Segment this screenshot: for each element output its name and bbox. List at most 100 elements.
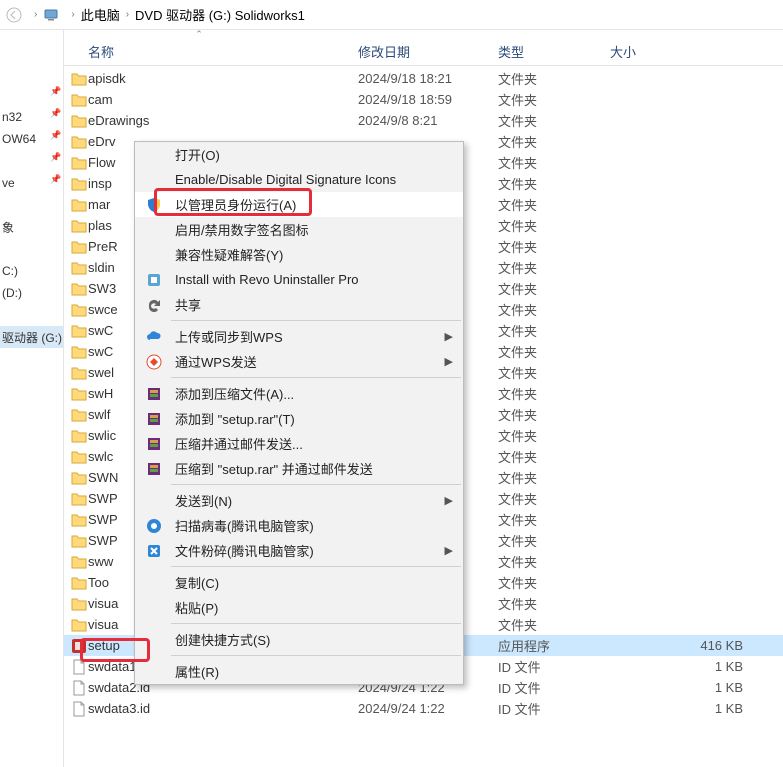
sort-indicator: ⌃: [64, 30, 334, 38]
file-type: 文件夹: [498, 552, 610, 571]
file-type: 文件夹: [498, 195, 610, 214]
back-icon: [6, 7, 22, 23]
menu-item[interactable]: 通过WPS发送▶: [135, 349, 463, 374]
menu-item-label: 启用/禁用数字签名图标: [175, 220, 309, 239]
menu-item[interactable]: 上传或同步到WPS▶: [135, 324, 463, 349]
file-type: 文件夹: [498, 237, 610, 256]
tree-item[interactable]: C:): [0, 260, 63, 282]
col-size[interactable]: 大小: [610, 42, 783, 61]
file-row[interactable]: cam2024/9/18 18:59文件夹: [64, 89, 783, 110]
menu-item-label: 复制(C): [175, 573, 219, 592]
file-type: 文件夹: [498, 321, 610, 340]
col-name[interactable]: 名称: [88, 42, 358, 61]
menu-item-label: 压缩并通过邮件发送...: [175, 434, 303, 453]
col-type[interactable]: 类型: [498, 42, 610, 61]
menu-item[interactable]: 发送到(N)▶: [135, 488, 463, 513]
file-icon: [64, 701, 88, 717]
menu-item[interactable]: 复制(C): [135, 570, 463, 595]
menu-item-label: 粘贴(P): [175, 598, 218, 617]
submenu-arrow-icon: ▶: [445, 355, 453, 368]
folder-icon: [64, 303, 88, 317]
col-date[interactable]: 修改日期: [358, 42, 498, 61]
menu-item-label: 属性(R): [175, 662, 219, 681]
folder-icon: [64, 555, 88, 569]
share-icon: [145, 296, 163, 314]
file-type: 文件夹: [498, 447, 610, 466]
folder-icon: [64, 429, 88, 443]
menu-item[interactable]: 打开(O): [135, 142, 463, 167]
menu-item[interactable]: 启用/禁用数字签名图标: [135, 217, 463, 242]
rar-icon: [145, 435, 163, 453]
menu-item-label: 以管理员身份运行(A): [175, 195, 296, 214]
file-row[interactable]: swdata3.id2024/9/24 1:22ID 文件1 KB: [64, 698, 783, 719]
file-icon: [64, 680, 88, 696]
menu-item[interactable]: Install with Revo Uninstaller Pro: [135, 267, 463, 292]
file-type: 文件夹: [498, 426, 610, 445]
menu-item[interactable]: 添加到压缩文件(A)...: [135, 381, 463, 406]
folder-icon: [64, 261, 88, 275]
file-type: 文件夹: [498, 510, 610, 529]
folder-icon: [64, 135, 88, 149]
file-type: 文件夹: [498, 258, 610, 277]
folder-icon: [64, 450, 88, 464]
file-icon: [64, 659, 88, 675]
breadcrumb-seg[interactable]: 此电脑: [81, 5, 120, 24]
file-name: eDrawings: [88, 113, 358, 128]
submenu-arrow-icon: ▶: [445, 544, 453, 557]
file-row[interactable]: apisdk2024/9/18 18:21文件夹: [64, 68, 783, 89]
menu-item-label: 打开(O): [175, 145, 220, 164]
tree-item[interactable]: [0, 194, 63, 216]
folder-icon: [64, 324, 88, 338]
file-type: 文件夹: [498, 342, 610, 361]
menu-item[interactable]: Enable/Disable Digital Signature Icons: [135, 167, 463, 192]
breadcrumb[interactable]: › › 此电脑 › DVD 驱动器 (G:) Solidworks1: [0, 0, 783, 30]
menu-item[interactable]: 文件粉碎(腾讯电脑管家)▶: [135, 538, 463, 563]
qq1-icon: [145, 517, 163, 535]
folder-icon: [64, 576, 88, 590]
menu-item[interactable]: 属性(R): [135, 659, 463, 684]
menu-item[interactable]: 压缩到 "setup.rar" 并通过邮件发送: [135, 456, 463, 481]
folder-icon: [64, 177, 88, 191]
menu-item[interactable]: 兼容性疑难解答(Y): [135, 242, 463, 267]
tree-item[interactable]: 驱动器 (G:) S: [0, 326, 63, 348]
file-date: 2024/9/18 18:21: [358, 71, 498, 86]
menu-item[interactable]: 粘贴(P): [135, 595, 463, 620]
folder-icon: [64, 534, 88, 548]
folder-icon: [64, 219, 88, 233]
menu-item-label: 发送到(N): [175, 491, 232, 510]
menu-item[interactable]: 扫描病毒(腾讯电脑管家): [135, 513, 463, 538]
menu-item[interactable]: 以管理员身份运行(A): [135, 192, 463, 217]
file-name: apisdk: [88, 71, 358, 86]
folder-icon: [64, 240, 88, 254]
file-type: 文件夹: [498, 279, 610, 298]
menu-separator: [171, 377, 461, 378]
menu-item[interactable]: 添加到 "setup.rar"(T): [135, 406, 463, 431]
menu-item-label: Enable/Disable Digital Signature Icons: [175, 172, 396, 187]
column-headers[interactable]: 名称 修改日期 类型 大小: [64, 38, 783, 66]
file-type: 文件夹: [498, 615, 610, 634]
file-size: 1 KB: [610, 701, 783, 716]
breadcrumb-seg[interactable]: DVD 驱动器 (G:) Solidworks1: [135, 5, 305, 24]
menu-item[interactable]: 压缩并通过邮件发送...: [135, 431, 463, 456]
nav-tree[interactable]: n32OW64ve象C:)(D:)驱动器 (G:) S 📌📌📌📌📌: [0, 30, 64, 767]
tree-item[interactable]: 象: [0, 216, 63, 238]
folder-icon: [64, 597, 88, 611]
tree-item[interactable]: [0, 304, 63, 326]
file-type: 文件夹: [498, 69, 610, 88]
pin-icon: 📌: [50, 86, 61, 97]
file-type: 文件夹: [498, 384, 610, 403]
file-row[interactable]: eDrawings2024/9/8 8:21文件夹: [64, 110, 783, 131]
folder-icon: [64, 387, 88, 401]
folder-icon: [64, 72, 88, 86]
folder-icon: [64, 93, 88, 107]
tree-item[interactable]: (D:): [0, 282, 63, 304]
file-type: 文件夹: [498, 153, 610, 172]
file-type: 应用程序: [498, 636, 610, 655]
menu-item-label: 添加到 "setup.rar"(T): [175, 409, 295, 428]
menu-item[interactable]: 共享: [135, 292, 463, 317]
tree-item[interactable]: [0, 238, 63, 260]
revo-icon: [145, 271, 163, 289]
exe-icon: [64, 638, 88, 654]
menu-item[interactable]: 创建快捷方式(S): [135, 627, 463, 652]
shield-icon: [145, 196, 163, 214]
